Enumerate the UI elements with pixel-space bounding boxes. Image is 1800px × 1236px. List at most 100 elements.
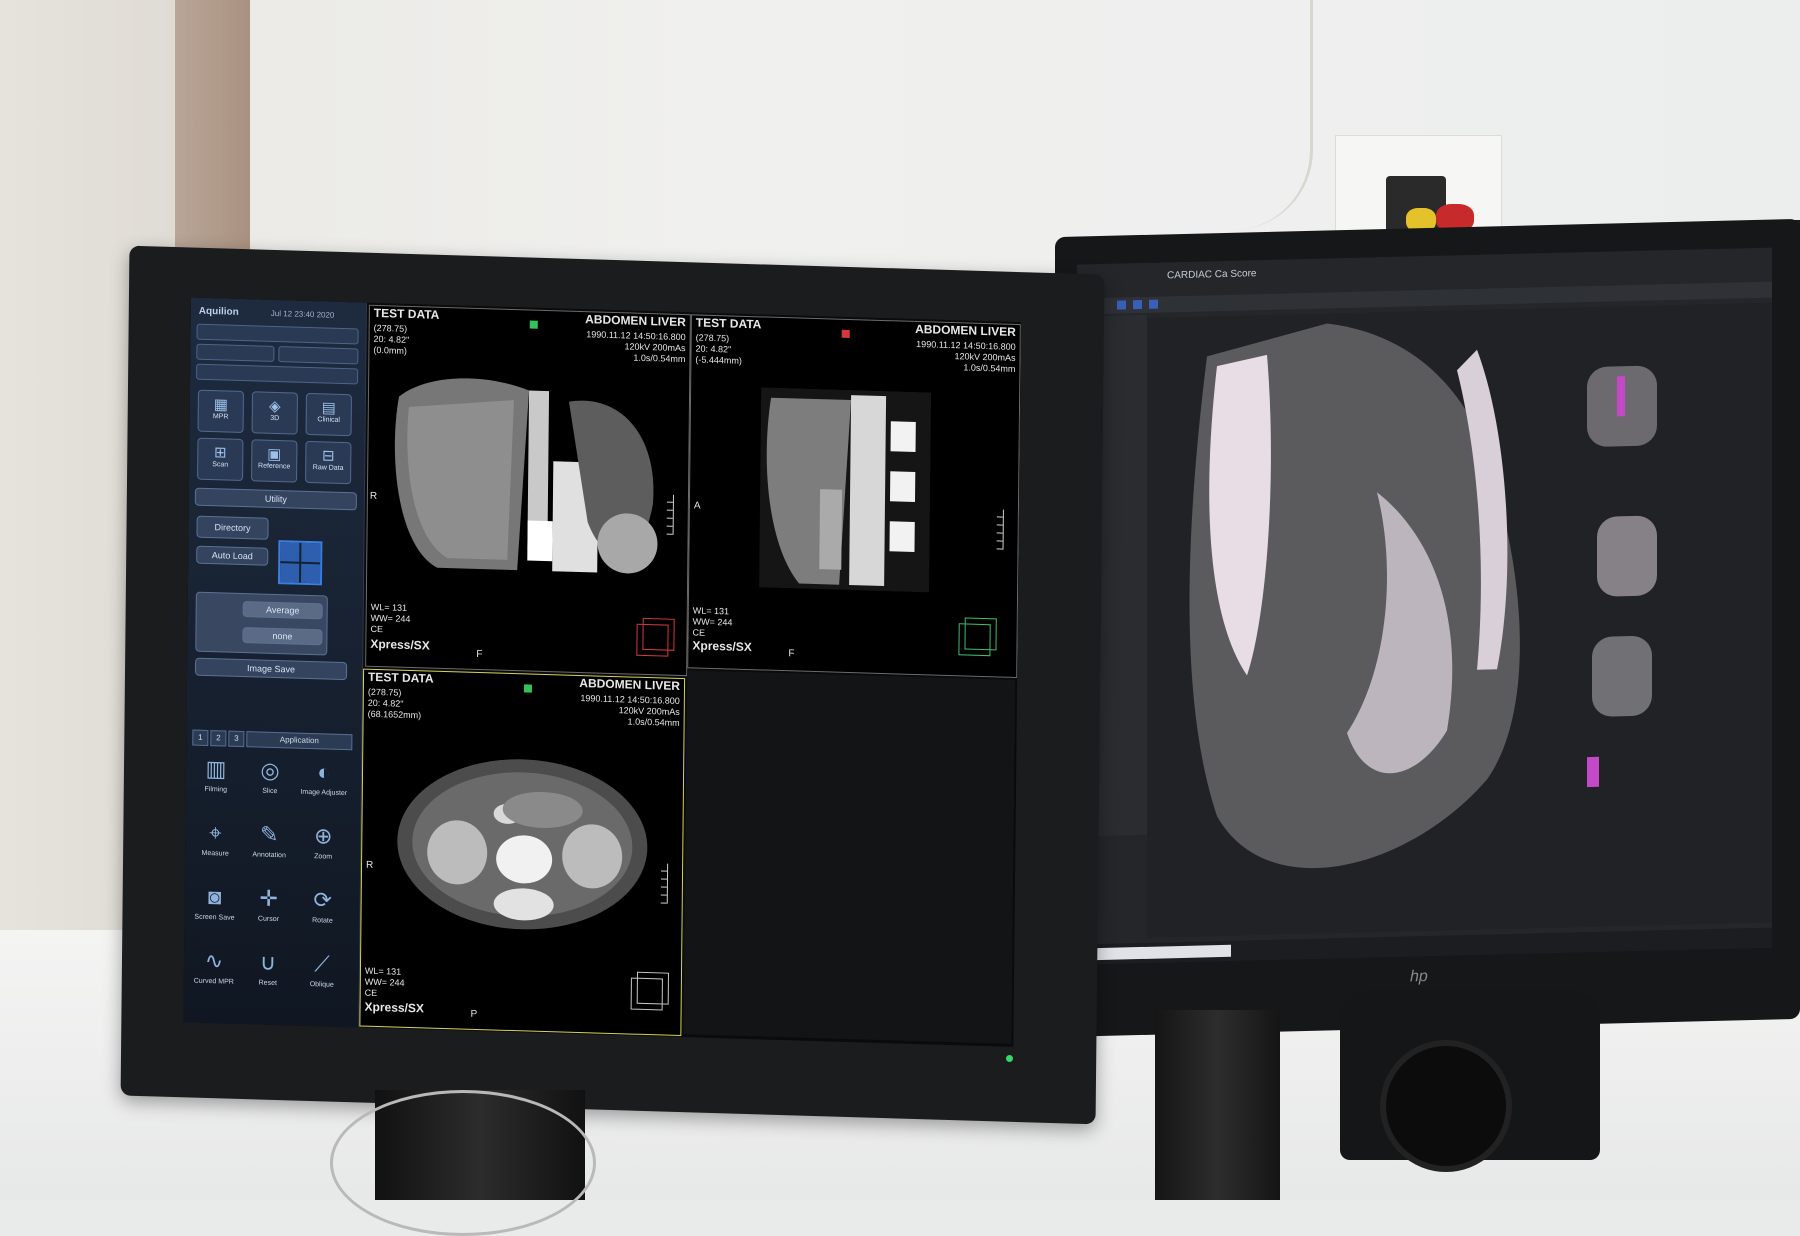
info-line: 1.0s/0.54mm xyxy=(633,352,686,365)
screen-save-tool[interactable]: ◙ Screen Save xyxy=(190,883,239,942)
series-field[interactable] xyxy=(196,343,275,362)
power-led xyxy=(1006,1055,1013,1062)
filming-tool[interactable]: ▥ Filming xyxy=(192,756,241,815)
contrast-label: CE xyxy=(370,623,384,635)
orientation-label: R xyxy=(365,859,374,871)
measure-tool[interactable]: ⌖ Measure xyxy=(191,820,240,879)
system-label: Xpress/SX xyxy=(692,638,752,655)
crosshair-icon: ✛ xyxy=(259,885,279,912)
orientation-label: A xyxy=(693,500,701,512)
raw-data-button[interactable]: ⊟ Raw Data xyxy=(305,440,352,485)
app-date: Jul 12 23:40 2020 xyxy=(270,308,335,320)
volume-render-view[interactable] xyxy=(1147,302,1772,938)
info-line: 1.0s/0.54mm xyxy=(627,716,680,728)
zoom-tool[interactable]: ⊕ Zoom xyxy=(299,823,348,882)
ct-image-coronal xyxy=(394,378,658,574)
measure-icon: ⌖ xyxy=(209,820,222,846)
annotation-icon: ✎ xyxy=(259,821,279,848)
zoom-icon: ⊕ xyxy=(313,823,333,849)
cursor-tool[interactable]: ✛ Cursor xyxy=(244,885,293,944)
camera xyxy=(1340,990,1600,1172)
right-monitor-screen: CARDIAC Ca Score xyxy=(1077,247,1772,965)
orientation-cube[interactable] xyxy=(630,977,663,1011)
oblique-tool[interactable]: ⟋ Oblique xyxy=(298,951,347,1010)
directory-button[interactable]: Directory xyxy=(196,515,269,540)
image-adjust-tool[interactable]: ◐ Image Adjuster xyxy=(300,759,349,818)
clinical-icon: ▤ xyxy=(321,399,337,417)
viewport-axial[interactable]: TEST DATA ABDOMEN LIVER (278.75) 20: 4.8… xyxy=(359,668,686,1037)
left-monitor-screen: Aquilion Jul 12 23:40 2020 ▦ MPR ◈ 3D ▤ Cli… xyxy=(183,297,1021,1047)
image-save-button[interactable]: Image Save xyxy=(194,657,348,681)
tab-1[interactable]: 1 xyxy=(192,729,209,747)
rotate-icon: ⟳ xyxy=(313,887,333,913)
toolbar-button[interactable] xyxy=(1149,299,1158,309)
scale-bar xyxy=(662,494,675,535)
info-line: 1.0s/0.54mm xyxy=(963,362,1016,374)
system-label: Xpress/SX xyxy=(364,999,425,1016)
tab-2[interactable]: 2 xyxy=(210,730,227,747)
reference-button[interactable]: ▣ Reference xyxy=(251,439,298,483)
layout-grid-button[interactable] xyxy=(277,540,323,586)
door-frame xyxy=(175,0,250,260)
right-monitor: CARDIAC Ca Score hp xyxy=(1055,218,1800,1038)
toolbar-button[interactable] xyxy=(1133,299,1142,310)
scale-bar xyxy=(992,509,1004,550)
oblique-icon: ⟋ xyxy=(314,951,330,977)
orientation-label: F xyxy=(788,648,795,660)
info-line: (68.1652mm) xyxy=(367,708,422,721)
study-description: ABDOMEN LIVER xyxy=(915,321,1016,339)
system-label: Xpress/SX xyxy=(370,636,430,653)
red-marker xyxy=(841,329,850,339)
ct-image-axial xyxy=(397,759,648,930)
scan-button[interactable]: ⊞ Scan xyxy=(197,437,244,482)
slice-field[interactable] xyxy=(196,363,359,385)
image-field[interactable] xyxy=(278,346,359,365)
auto-load-button[interactable]: Auto Load xyxy=(196,545,269,566)
average-select[interactable]: Average xyxy=(242,601,323,620)
orientation-cube[interactable] xyxy=(636,623,669,657)
slice-tool[interactable]: ◎ Slice xyxy=(246,757,295,816)
orientation-cube[interactable] xyxy=(958,623,991,657)
reset-tool[interactable]: ∪ Reset xyxy=(244,949,293,1008)
mpr-button[interactable]: ▦ MPR xyxy=(197,389,244,434)
image-adjust-icon: ◐ xyxy=(317,759,331,785)
filming-icon: ▥ xyxy=(205,755,227,782)
patient-id-field[interactable] xyxy=(196,323,359,345)
utility-button[interactable]: Utility xyxy=(194,487,357,511)
viewport-sagittal[interactable]: TEST DATA ABDOMEN LIVER (278.75) 20: 4.8… xyxy=(687,314,1021,679)
contrast-label: CE xyxy=(364,987,378,999)
study-description: ABDOMEN LIVER xyxy=(579,676,681,694)
curved-mpr-tool[interactable]: ∿ Curved MPR xyxy=(190,947,239,1006)
3d-button[interactable]: ◈ 3D xyxy=(251,391,298,435)
green-marker xyxy=(529,320,538,329)
annotation-tool[interactable]: ✎ Annotation xyxy=(245,821,294,880)
orientation-label: R xyxy=(369,490,378,503)
scale-bar xyxy=(656,863,669,904)
study-title: CARDIAC Ca Score xyxy=(1167,268,1257,282)
application-tabs: 123 Application xyxy=(192,729,353,751)
viewport-empty[interactable] xyxy=(683,670,1016,1044)
scan-icon: ⊞ xyxy=(213,444,227,462)
curved-mpr-icon: ∿ xyxy=(204,947,224,974)
rotate-tool[interactable]: ⟳ Rotate xyxy=(298,887,347,946)
toolbar-button[interactable] xyxy=(1117,300,1126,310)
orientation-label: F xyxy=(476,648,483,661)
study-description: ABDOMEN LIVER xyxy=(585,312,686,330)
green-marker xyxy=(523,684,532,693)
tab-application[interactable]: Application xyxy=(246,731,353,751)
3d-icon: ◈ xyxy=(268,397,281,416)
control-panel: Aquilion Jul 12 23:40 2020 ▦ MPR ◈ 3D ▤ Cli… xyxy=(183,297,367,1028)
tab-3[interactable]: 3 xyxy=(228,730,245,748)
monitor-cable xyxy=(330,1090,596,1236)
reset-icon: ∪ xyxy=(259,949,277,976)
hp-logo: hp xyxy=(1410,967,1428,986)
ct-image-sagittal xyxy=(759,387,932,593)
none-select[interactable]: none xyxy=(242,627,323,646)
reference-icon: ▣ xyxy=(267,445,282,464)
viewport-coronal[interactable]: TEST DATA ABDOMEN LIVER (278.75) 20: 4.8… xyxy=(365,304,691,677)
clinical-button[interactable]: ▤ Clinical xyxy=(305,392,352,437)
camera-icon: ◙ xyxy=(207,884,222,910)
slice-icon: ◎ xyxy=(260,757,280,784)
right-monitor-stand xyxy=(1155,1010,1280,1200)
contrast-label: CE xyxy=(692,627,706,638)
